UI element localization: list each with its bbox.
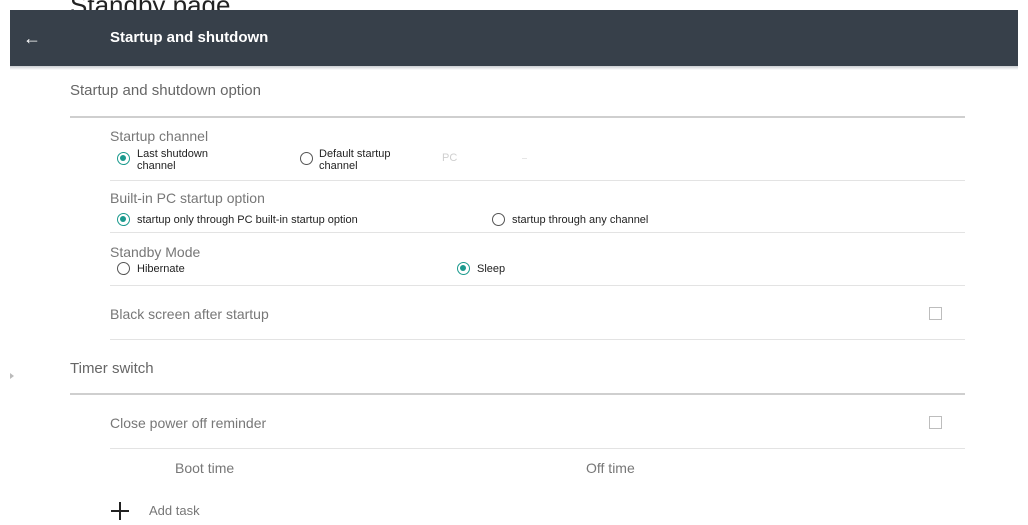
black-screen-label: Black screen after startup <box>110 306 269 322</box>
row-divider <box>110 180 965 181</box>
radio-hibernate[interactable] <box>117 262 130 275</box>
radio-any-channel[interactable] <box>492 213 505 226</box>
builtin-pc-label: Built-in PC startup option <box>110 190 265 206</box>
plus-icon[interactable] <box>110 501 130 521</box>
section-divider <box>70 393 965 395</box>
startup-channel-label: Startup channel <box>110 128 209 144</box>
standby-mode-label: Standby Mode <box>110 244 201 260</box>
arrow-left-icon[interactable]: ← <box>22 28 42 48</box>
column-header-boot-time: Boot time <box>175 460 235 476</box>
side-expand-icon[interactable] <box>10 373 14 379</box>
radio-last-shutdown-channel-label: Last shutdown channel <box>137 148 208 172</box>
radio-any-channel-label: startup through any channel <box>512 214 649 226</box>
power-off-reminder-label: Close power off reminder <box>110 415 267 431</box>
row-divider <box>110 232 965 233</box>
radio-pc-builtin-only[interactable] <box>117 213 130 226</box>
radio-last-shutdown-channel[interactable] <box>117 152 130 165</box>
row-divider <box>110 339 965 340</box>
section-title-timer: Timer switch <box>70 360 154 377</box>
black-screen-checkbox[interactable] <box>929 307 942 320</box>
power-off-reminder-checkbox[interactable] <box>929 416 942 429</box>
row-divider <box>110 285 965 286</box>
section-divider <box>70 116 965 118</box>
radio-pc-builtin-only-label: startup only through PC built-in startup… <box>137 214 358 226</box>
add-task-label[interactable]: Add task <box>149 503 200 518</box>
default-channel-value[interactable]: PC <box>442 152 457 164</box>
column-header-off-time: Off time <box>586 460 635 476</box>
dropdown-indicator[interactable] <box>522 158 527 159</box>
radio-sleep[interactable] <box>457 262 470 275</box>
radio-sleep-label: Sleep <box>477 263 506 275</box>
radio-default-startup-channel-label: Default startup channel <box>319 148 391 172</box>
page-title: Startup and shutdown <box>110 29 269 46</box>
radio-hibernate-label: Hibernate <box>137 263 185 275</box>
row-divider <box>110 448 965 449</box>
header-shadow <box>10 66 1018 70</box>
radio-default-startup-channel[interactable] <box>300 152 313 165</box>
section-title-startup: Startup and shutdown option <box>70 82 261 99</box>
